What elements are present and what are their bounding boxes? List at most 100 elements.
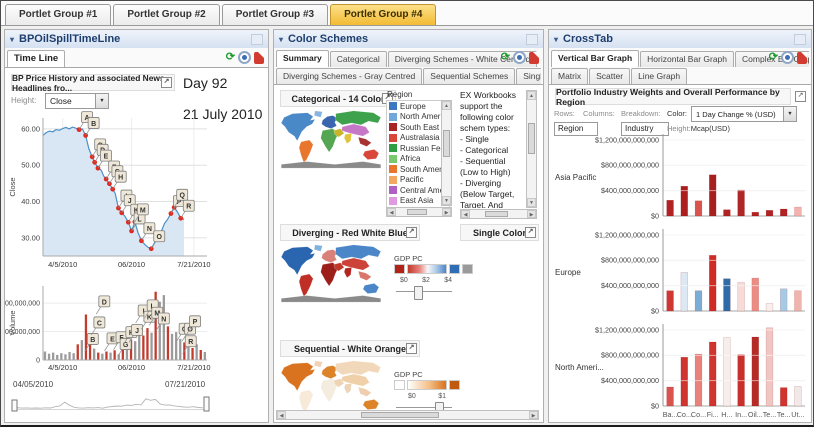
portlet-tab-2[interactable]: Portlet Group #2 [113,4,219,25]
text-vertical-scrollbar[interactable]: ▲▼ [526,90,537,208]
scroll-thumb[interactable] [407,209,426,215]
sequential-gradient-legend [394,380,460,390]
popout-icon[interactable] [795,91,806,102]
panel-header-timeline[interactable]: ▾ BPOilSpillTimeLine [5,30,268,49]
axis-label: P [193,319,198,326]
slider-right-handle[interactable] [204,397,209,411]
scroll-right-button[interactable]: ▶ [529,411,538,419]
volume-bar [85,315,87,361]
tab-diverging-schemes-gray-centred[interactable]: Diverging Schemes - Gray Centred [276,68,422,84]
axis-label: 7/21/2010 [177,363,210,372]
scroll-thumb[interactable] [443,130,450,157]
pdf-export-icon[interactable] [254,52,264,64]
volume-bar [64,354,66,360]
panel-horizontal-scrollbar[interactable]: ◀▶ [276,410,539,420]
scroll-thumb[interactable] [485,211,508,217]
tab-horizontal-bar-graph[interactable]: Horizontal Bar Graph [640,51,734,67]
color-select[interactable]: 1 Day Change % (USD)▼ [691,106,797,122]
breakdown-label: Breakdown: [621,109,661,118]
axis-label: Te... [777,410,791,419]
map-region-ant [281,162,381,169]
scroll-left-button[interactable]: ◀ [461,210,470,218]
axis-label: R [186,204,191,211]
scroll-right-button[interactable]: ▶ [527,210,536,218]
refresh-icon[interactable]: ⟳ [769,52,778,63]
volume-bar [187,346,189,360]
slider-left-handle[interactable] [12,400,17,411]
scroll-up-button[interactable]: ▲ [442,101,451,110]
tab-sequential-schemes[interactable]: Sequential Schemes [423,68,515,84]
popout-icon[interactable] [161,77,172,88]
scroll-down-button[interactable]: ▼ [527,198,536,207]
volume-bar [163,295,165,360]
panel-corner-icon[interactable] [251,34,263,45]
height-select[interactable]: Close▼ [45,93,109,109]
tab-matrix[interactable]: Matrix [551,68,588,84]
scroll-right-button[interactable]: ▶ [442,208,451,216]
price-line-chart: 30.0040.0050.0060.004/5/201006/20107/21/… [7,112,217,280]
scroll-thumb[interactable] [528,123,535,153]
refresh-icon[interactable]: ⟳ [226,52,235,63]
rows-field[interactable]: Region [554,122,598,136]
scroll-down-button[interactable]: ▼ [442,196,451,205]
panel-header-crosstab[interactable]: ▾ CrossTab [549,30,811,49]
record-icon[interactable] [238,51,251,64]
legend-item: East Asia [387,196,449,207]
panel-corner-icon[interactable] [526,34,538,45]
legend-slider-handle[interactable] [414,286,423,300]
record-icon[interactable] [781,51,794,64]
text-horizontal-scrollbar[interactable]: ◀▶ [460,209,537,219]
height-label: Height: [11,96,36,105]
panel-corner-icon[interactable] [794,34,806,45]
crosstab-tabstrip: Vertical Bar GraphHorizontal Bar GraphCo… [549,48,811,85]
collapse-icon[interactable]: ▾ [279,35,283,44]
industry-bar [681,357,688,406]
collapse-icon[interactable]: ▾ [554,35,558,44]
scroll-left-button[interactable]: ◀ [387,208,396,216]
tab-line-graph[interactable]: Line Graph [631,68,687,84]
day-counter: Day 92 [183,75,227,91]
axis-label: North Ameri... [555,363,604,372]
legend-swatch [389,113,397,121]
volume-bar [179,339,181,360]
axis-label: Europe [555,268,581,277]
industry-bar [752,278,759,311]
slider-sparkline [17,399,203,408]
industry-bar [709,342,716,406]
popout-icon[interactable] [406,343,417,354]
panel-header-color-schemes[interactable]: ▾ Color Schemes [274,30,543,49]
scroll-left-button[interactable]: ◀ [277,411,286,419]
tab-single-colors[interactable]: Single Colors [516,68,541,84]
scroll-thumb[interactable] [361,412,439,418]
world-map-categorical [278,108,384,170]
record-icon[interactable] [513,51,526,64]
event-marker [77,127,82,132]
legend-item: Pacific [387,175,449,186]
legend-vertical-scrollbar[interactable]: ▲▼ [441,100,452,206]
volume-bar [200,350,202,360]
legend-swatch [389,134,397,142]
tab-summary[interactable]: Summary [276,50,329,67]
legend-horizontal-scrollbar[interactable]: ◀▶ [386,207,452,217]
legend-slider-track[interactable] [396,291,452,292]
pdf-export-icon[interactable] [529,52,539,64]
height-label: Height:Mcap(USD) [667,124,730,133]
refresh-icon[interactable]: ⟳ [501,52,510,63]
tab-scatter[interactable]: Scatter [589,68,630,84]
tab-vertical-bar-graph[interactable]: Vertical Bar Graph [551,50,639,67]
pdf-export-icon[interactable] [797,52,807,64]
time-range-slider[interactable] [11,390,213,416]
portlet-tab-3[interactable]: Portlet Group #3 [222,4,328,25]
portlet-tab-4[interactable]: Portlet Group #4 [330,4,436,25]
chart-title-box[interactable]: BP Price History and associated News Hea… [11,74,175,91]
map-region-sea [358,387,371,396]
collapse-icon[interactable]: ▾ [10,35,14,44]
popout-icon[interactable] [525,227,536,238]
axis-label: Co... [691,410,706,419]
tab-time-line[interactable]: Time Line [7,50,65,67]
scroll-up-button[interactable]: ▲ [527,91,536,100]
tab-categorical[interactable]: Categorical [330,51,387,67]
breakdown-field[interactable]: Industry [621,122,669,136]
portlet-tab-1[interactable]: Portlet Group #1 [5,4,111,25]
popout-icon[interactable] [406,227,417,238]
